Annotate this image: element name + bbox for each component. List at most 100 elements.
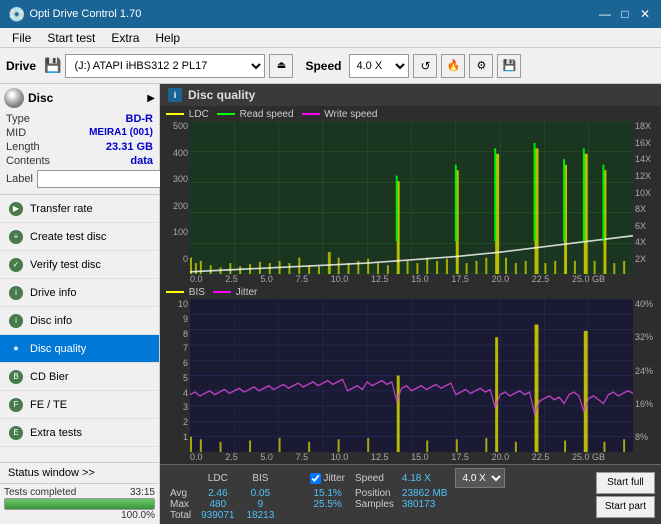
title-bar: 💿 Opti Drive Control 1.70 — □ ✕ — [0, 0, 661, 28]
drive-label: Drive — [6, 59, 36, 73]
main-layout: Disc ▶ Type BD-R MID MEIRA1 (001) Length… — [0, 84, 661, 524]
bis-avg: 0.05 — [241, 488, 281, 499]
status-window-button[interactable]: Status window >> — [0, 462, 159, 483]
contents-label: Contents — [6, 155, 50, 167]
yr-24: 24% — [635, 366, 653, 376]
start-part-button[interactable]: Start part — [596, 496, 655, 518]
nav-item-disc-info[interactable]: i Disc info — [0, 307, 159, 335]
y-4: 4 — [183, 388, 188, 398]
samples-label: Samples — [351, 499, 398, 510]
chart-title: Disc quality — [188, 88, 255, 102]
progress-label: 100.0% — [121, 510, 155, 521]
xl-200: 20.0 — [492, 452, 510, 462]
start-full-button[interactable]: Start full — [596, 472, 655, 494]
upper-chart-svg-container — [190, 121, 633, 274]
menu-bar: File Start test Extra Help — [0, 28, 661, 48]
nav-item-disc-quality[interactable]: ★ Disc quality — [0, 335, 159, 363]
yr-14x: 14X — [635, 154, 651, 164]
jitter-avg: 15.1% — [304, 488, 351, 499]
menu-start-test[interactable]: Start test — [39, 29, 103, 47]
maximize-button[interactable]: □ — [617, 6, 633, 22]
speed-select-stats[interactable]: 4.0 X — [455, 468, 505, 488]
speed-val: 4.18 X — [398, 468, 452, 488]
upper-y-axis-left: 500 400 300 200 100 0 — [162, 121, 190, 274]
y-300: 300 — [173, 174, 188, 184]
stats-bar: LDC BIS Jitter Speed 4.18 X — [160, 464, 661, 524]
xl-225: 22.5 — [532, 452, 550, 462]
nav-label-verify-test-disc: Verify test disc — [30, 259, 101, 271]
minimize-button[interactable]: — — [597, 6, 613, 22]
x-0: 0.0 — [190, 274, 203, 284]
bis-max: 9 — [241, 499, 281, 510]
drive-select[interactable]: (J:) ATAPI iHBS312 2 PL17 — [65, 54, 265, 78]
y-0: 0 — [183, 254, 188, 264]
chart-header: i Disc quality — [160, 84, 661, 106]
yr-6x: 6X — [635, 221, 646, 231]
bis-legend-label: BIS — [189, 287, 205, 298]
disc-length-row: Length 23.31 GB — [4, 140, 155, 154]
y-200: 200 — [173, 201, 188, 211]
nav-item-drive-info[interactable]: i Drive info — [0, 279, 159, 307]
close-button[interactable]: ✕ — [637, 6, 653, 22]
status-window-label: Status window >> — [8, 467, 95, 479]
col-ldc: LDC — [195, 468, 240, 488]
x-250: 25.0 GB — [572, 274, 605, 284]
ldc-max: 480 — [195, 499, 240, 510]
status-text: Tests completed — [4, 487, 76, 498]
menu-file[interactable]: File — [4, 29, 39, 47]
samples-val: 380173 — [398, 499, 452, 510]
lower-chart-legend: BIS Jitter — [162, 286, 659, 299]
disc-section: Disc ▶ Type BD-R MID MEIRA1 (001) Length… — [0, 84, 159, 195]
nav-label-disc-quality: Disc quality — [30, 343, 86, 355]
eject-button[interactable]: ⏏ — [269, 54, 293, 78]
save-button[interactable]: 💾 — [497, 54, 521, 78]
xl-25: 2.5 — [225, 452, 238, 462]
settings-button[interactable]: ⚙ — [469, 54, 493, 78]
nav-item-create-test-disc[interactable]: + Create test disc — [0, 223, 159, 251]
upper-chart-legend: LDC Read speed Write speed — [162, 108, 659, 121]
xl-175: 17.5 — [451, 452, 469, 462]
y-3: 3 — [183, 402, 188, 412]
disc-label-input[interactable] — [37, 170, 175, 188]
refresh-button[interactable]: ↺ — [413, 54, 437, 78]
mid-value: MEIRA1 (001) — [89, 127, 153, 139]
nav-item-cd-bier[interactable]: B CD Bier — [0, 363, 159, 391]
x-50: 5.0 — [260, 274, 273, 284]
disc-label-row: Label ✏ — [4, 168, 155, 190]
write-legend-item: Write speed — [302, 109, 378, 120]
ldc-legend-label: LDC — [189, 109, 209, 120]
status-time: 33:15 — [130, 487, 155, 498]
jitter-legend-item: Jitter — [213, 287, 257, 298]
toolbar: Drive 💾 (J:) ATAPI iHBS312 2 PL17 ⏏ Spee… — [0, 48, 661, 84]
speed-label: Speed — [305, 59, 341, 73]
yr-18x: 18X — [635, 121, 651, 131]
burn-button[interactable]: 🔥 — [441, 54, 465, 78]
y-5: 5 — [183, 373, 188, 383]
nav-item-transfer-rate[interactable]: ▶ Transfer rate — [0, 195, 159, 223]
bis-total: 18213 — [241, 510, 281, 521]
jitter-max: 25.5% — [304, 499, 351, 510]
x-100: 10.0 — [331, 274, 349, 284]
yr-2x: 2X — [635, 254, 646, 264]
x-125: 12.5 — [371, 274, 389, 284]
menu-help[interactable]: Help — [147, 29, 188, 47]
bis-legend-item: BIS — [166, 287, 205, 298]
position-label: Position — [351, 488, 398, 499]
nav-label-cd-bier: CD Bier — [30, 371, 69, 383]
x-25: 2.5 — [225, 274, 238, 284]
y-9: 9 — [183, 314, 188, 324]
y-500: 500 — [173, 121, 188, 131]
drive-icon: 💾 — [44, 57, 61, 74]
speed-select[interactable]: 4.0 X — [349, 54, 409, 78]
nav-label-extra-tests: Extra tests — [30, 427, 82, 439]
disc-contents-row: Contents data — [4, 154, 155, 168]
y-1: 1 — [183, 432, 188, 442]
lower-chart-body: 10 9 8 7 6 5 4 3 2 1 — [162, 299, 659, 452]
length-label: Length — [6, 141, 40, 153]
nav-item-extra-tests[interactable]: E Extra tests — [0, 419, 159, 447]
nav-item-fe-te[interactable]: F FE / TE — [0, 391, 159, 419]
jitter-checkbox[interactable] — [310, 473, 321, 484]
nav-item-verify-test-disc[interactable]: ✓ Verify test disc — [0, 251, 159, 279]
menu-extra[interactable]: Extra — [103, 29, 147, 47]
lower-chart-svg — [190, 299, 633, 452]
